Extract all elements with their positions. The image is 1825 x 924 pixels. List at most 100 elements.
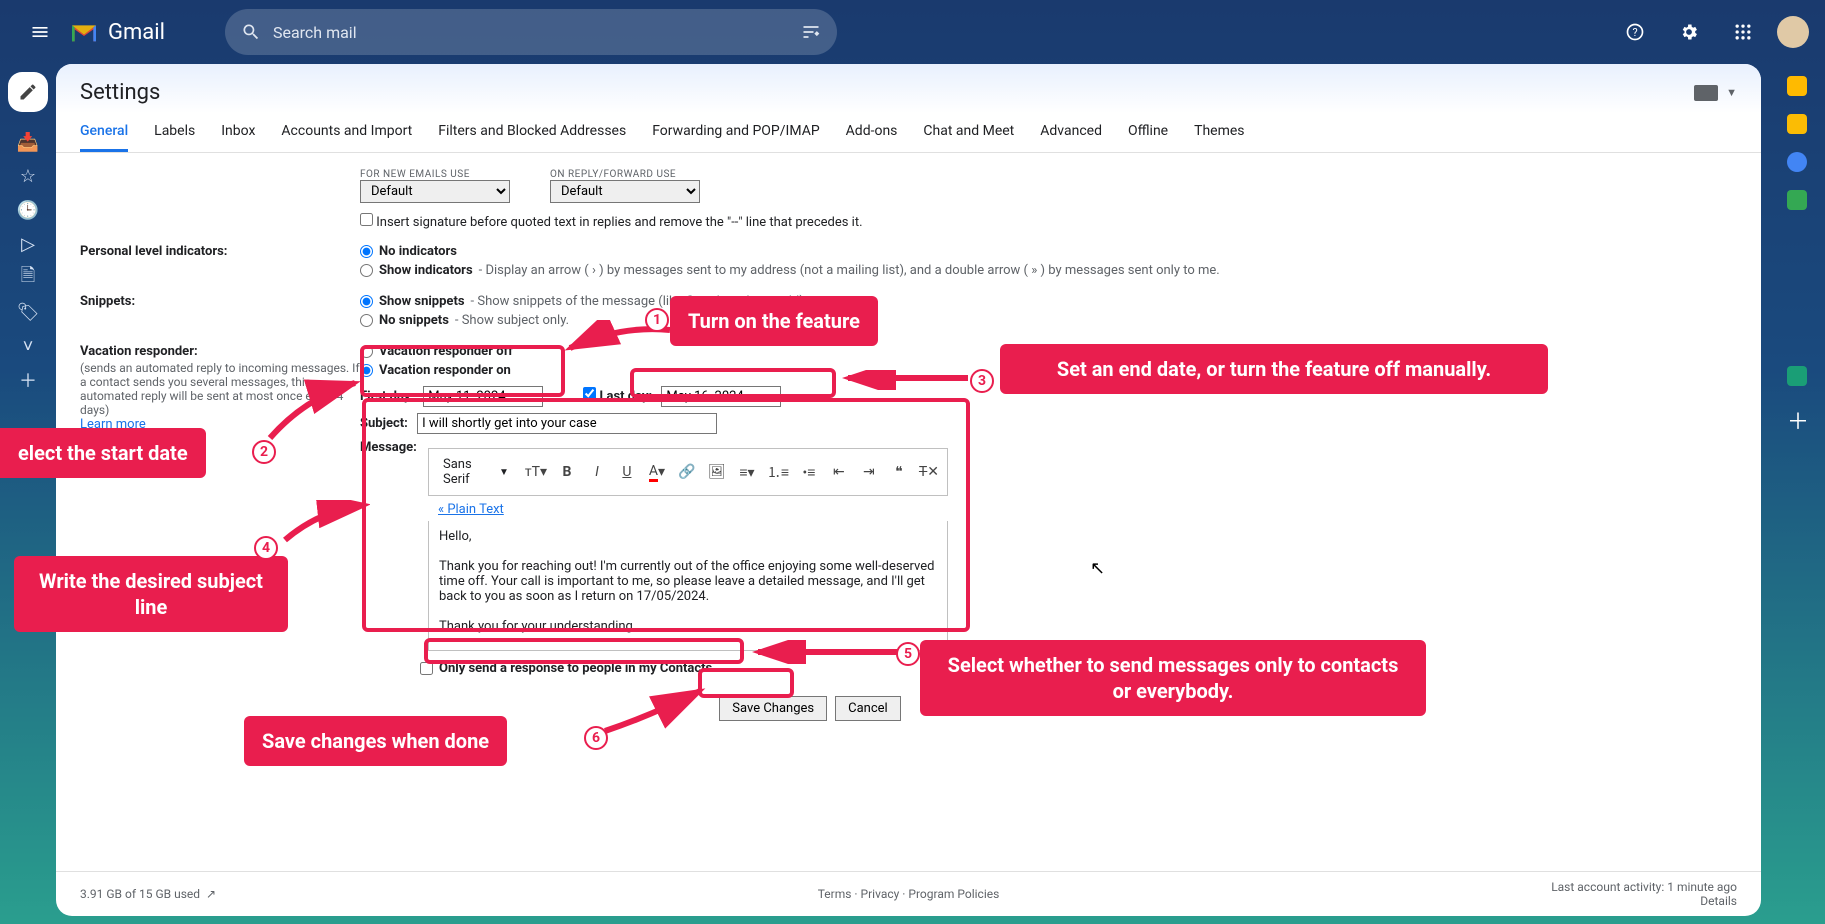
font-size-icon[interactable]: тT▾	[525, 461, 547, 483]
page-title: Settings	[80, 80, 160, 105]
indicators-show-radio[interactable]	[360, 264, 373, 277]
contacts-only-checkbox[interactable]	[420, 662, 433, 675]
side-panel: ＋	[1769, 64, 1825, 924]
settings-gear-icon[interactable]	[1669, 12, 1709, 52]
align-icon[interactable]: ≡▾	[737, 461, 757, 483]
snippets-label: Snippets:	[80, 292, 360, 309]
last-day-input[interactable]	[661, 386, 781, 407]
privacy-link[interactable]: Privacy	[861, 887, 900, 901]
account-avatar[interactable]	[1777, 16, 1809, 48]
annotation-3: Set an end date, or turn the feature off…	[1000, 344, 1548, 394]
save-changes-button[interactable]: Save Changes	[719, 696, 827, 721]
storage-usage: 3.91 GB of 15 GB used	[80, 887, 200, 901]
starred-nav-icon[interactable]: ☆	[12, 160, 44, 192]
main-menu-button[interactable]	[16, 8, 64, 56]
more-nav-icon[interactable]: ˅	[12, 330, 44, 362]
sig-new-label: FOR NEW EMAILS USE	[360, 169, 510, 180]
keep-app-icon[interactable]	[1787, 114, 1807, 134]
get-addons-icon[interactable]: ＋	[1787, 404, 1807, 424]
sig-insert-before-checkbox[interactable]	[360, 213, 373, 226]
vacation-off-radio[interactable]	[360, 345, 373, 358]
activity-details-link[interactable]: Details	[1700, 894, 1737, 908]
italic-icon[interactable]: I	[587, 461, 607, 483]
image-icon[interactable]: 🖼	[707, 461, 727, 483]
bullet-list-icon[interactable]: •≡	[799, 461, 819, 483]
indicators-show-label: Show indicators	[379, 263, 473, 278]
addon-app-icon[interactable]	[1787, 366, 1807, 386]
input-tools-dropdown-icon[interactable]: ▼	[1726, 86, 1737, 99]
snippets-none-radio[interactable]	[360, 314, 373, 327]
sig-new-select[interactable]: Default	[360, 180, 510, 203]
compose-button[interactable]	[8, 72, 48, 112]
search-icon	[241, 22, 261, 42]
tab-chat[interactable]: Chat and Meet	[923, 113, 1014, 152]
snippets-none-label: No snippets	[379, 313, 449, 328]
vacation-on-radio[interactable]	[360, 364, 373, 377]
vacation-label: Vacation responder:	[80, 344, 198, 359]
tab-addons[interactable]: Add-ons	[846, 113, 898, 152]
annotation-4: Write the desired subject line	[14, 556, 288, 632]
annotation-2: elect the start date	[0, 428, 206, 478]
tab-filters[interactable]: Filters and Blocked Addresses	[438, 113, 626, 152]
sent-nav-icon[interactable]: ▷	[12, 228, 44, 260]
inbox-nav-icon[interactable]: 📥	[12, 126, 44, 158]
google-apps-icon[interactable]	[1723, 12, 1763, 52]
message-body-editor[interactable]: Hello, Thank you for reaching out! I'm c…	[428, 521, 948, 651]
calendar-app-icon[interactable]	[1787, 76, 1807, 96]
settings-tabs: General Labels Inbox Accounts and Import…	[56, 113, 1761, 153]
tab-advanced[interactable]: Advanced	[1040, 113, 1102, 152]
cancel-button[interactable]: Cancel	[835, 696, 901, 721]
input-tools-icon[interactable]	[1694, 85, 1718, 101]
support-icon[interactable]: ?	[1615, 12, 1655, 52]
search-bar[interactable]	[225, 9, 837, 55]
subject-input[interactable]	[417, 413, 717, 434]
indicators-show-desc: - Display an arrow ( › ) by messages sen…	[479, 263, 1220, 278]
contacts-app-icon[interactable]	[1787, 190, 1807, 210]
storage-open-icon[interactable]: ↗	[206, 887, 216, 901]
plain-text-link[interactable]: « Plain Text	[428, 496, 504, 521]
last-day-checkbox[interactable]	[583, 387, 596, 400]
font-selector[interactable]: Sans Serif ▼	[437, 455, 515, 489]
annotation-6: Save changes when done	[244, 716, 507, 766]
policies-link[interactable]: Program Policies	[908, 887, 999, 901]
sig-reply-select[interactable]: Default	[550, 180, 700, 203]
link-icon[interactable]: 🔗	[677, 461, 697, 483]
labels-nav-icon[interactable]: 🏷	[12, 296, 44, 328]
first-day-input[interactable]	[423, 386, 543, 407]
tab-forwarding[interactable]: Forwarding and POP/IMAP	[652, 113, 819, 152]
snippets-show-radio[interactable]	[360, 295, 373, 308]
annotation-badge-3: 3	[970, 369, 994, 393]
annotation-badge-1: 1	[645, 308, 669, 332]
gmail-logo[interactable]: Gmail	[68, 20, 165, 45]
tab-accounts[interactable]: Accounts and Import	[281, 113, 412, 152]
search-options-icon[interactable]	[801, 22, 821, 42]
left-navigation: 📥 ☆ 🕒 ▷ 🗎 🏷 ˅ ＋	[0, 64, 56, 924]
indent-less-icon[interactable]: ⇤	[829, 461, 849, 483]
indent-more-icon[interactable]: ⇥	[859, 461, 879, 483]
settings-footer: 3.91 GB of 15 GB used ↗ Terms · Privacy …	[56, 871, 1761, 916]
indicators-none-radio[interactable]	[360, 245, 373, 258]
terms-link[interactable]: Terms	[818, 887, 852, 901]
tasks-app-icon[interactable]	[1787, 152, 1807, 172]
message-toolbar: Sans Serif ▼ тT▾ B I U A▾ 🔗 🖼 ≡▾ ⒈≡ •≡	[428, 448, 948, 496]
annotation-5: Select whether to send messages only to …	[920, 640, 1426, 716]
text-color-icon[interactable]: A▾	[647, 461, 667, 483]
underline-icon[interactable]: U	[617, 461, 637, 483]
quote-icon[interactable]: ❝	[889, 461, 909, 483]
tab-inbox[interactable]: Inbox	[221, 113, 255, 152]
drafts-nav-icon[interactable]: 🗎	[12, 262, 44, 294]
remove-format-icon[interactable]: T✕	[919, 461, 939, 483]
search-input[interactable]	[273, 23, 789, 42]
tab-labels[interactable]: Labels	[154, 113, 195, 152]
tab-themes[interactable]: Themes	[1194, 113, 1244, 152]
tab-offline[interactable]: Offline	[1128, 113, 1168, 152]
numbered-list-icon[interactable]: ⒈≡	[767, 461, 789, 483]
tab-general[interactable]: General	[80, 113, 128, 152]
activity-text: Last account activity: 1 minute ago	[1551, 880, 1737, 894]
mouse-cursor-icon: ↖	[1090, 558, 1105, 579]
bold-icon[interactable]: B	[557, 461, 577, 483]
last-day-label: Last day:	[600, 389, 653, 404]
vacation-off-label: Vacation responder off	[379, 344, 513, 359]
snoozed-nav-icon[interactable]: 🕒	[12, 194, 44, 226]
new-label-icon[interactable]: ＋	[12, 364, 44, 396]
